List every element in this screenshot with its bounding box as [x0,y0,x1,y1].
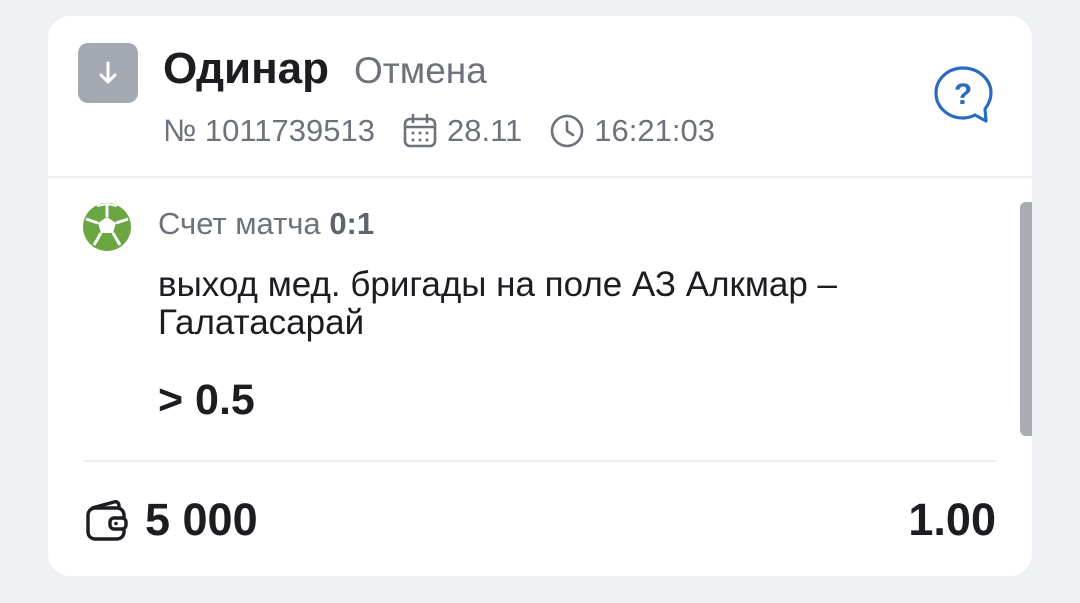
bet-time: 16:21:03 [594,113,715,148]
bet-card: Одинар Отмена № 1011739513 28.11 16:21:0… [48,16,1032,576]
score-label: Счет матча [158,206,321,241]
calendar-icon [401,112,439,150]
bet-meta: № 1011739513 28.11 16:21:03 [163,112,715,150]
match-score: Счет матча 0:1 [158,206,374,242]
selection-details[interactable]: Счет матча 0:1 выход мед. бригады на пол… [48,178,1032,460]
bet-header: Одинар Отмена № 1011739513 28.11 16:21:0… [48,16,1032,178]
bet-type-title: Одинар [163,44,330,93]
scrollbar[interactable] [1020,202,1032,436]
collapse-toggle-button[interactable] [78,43,138,103]
odds-value: 1.00 [908,494,996,545]
score-value: 0:1 [329,206,375,241]
clock-icon [548,112,586,150]
help-button[interactable]: ? [932,64,998,126]
ticket-number: № 1011739513 [163,113,375,148]
bet-outcome: > 0.5 [158,376,255,424]
title-row: Одинар Отмена [163,44,487,94]
arrow-down-icon [99,61,117,84]
event-name: выход мед. бригады на поле АЗ Алкмар – Г… [158,265,838,342]
bet-footer: 5 000 1.00 [48,462,1032,576]
help-question-icon: ? [934,66,993,123]
wallet-icon [84,498,130,544]
soccer-ball-icon [82,202,132,252]
stake-amount: 5 000 [145,494,258,545]
bet-date: 28.11 [446,113,523,148]
bet-status: Отмена [354,50,487,91]
help-mark: ? [954,78,972,111]
